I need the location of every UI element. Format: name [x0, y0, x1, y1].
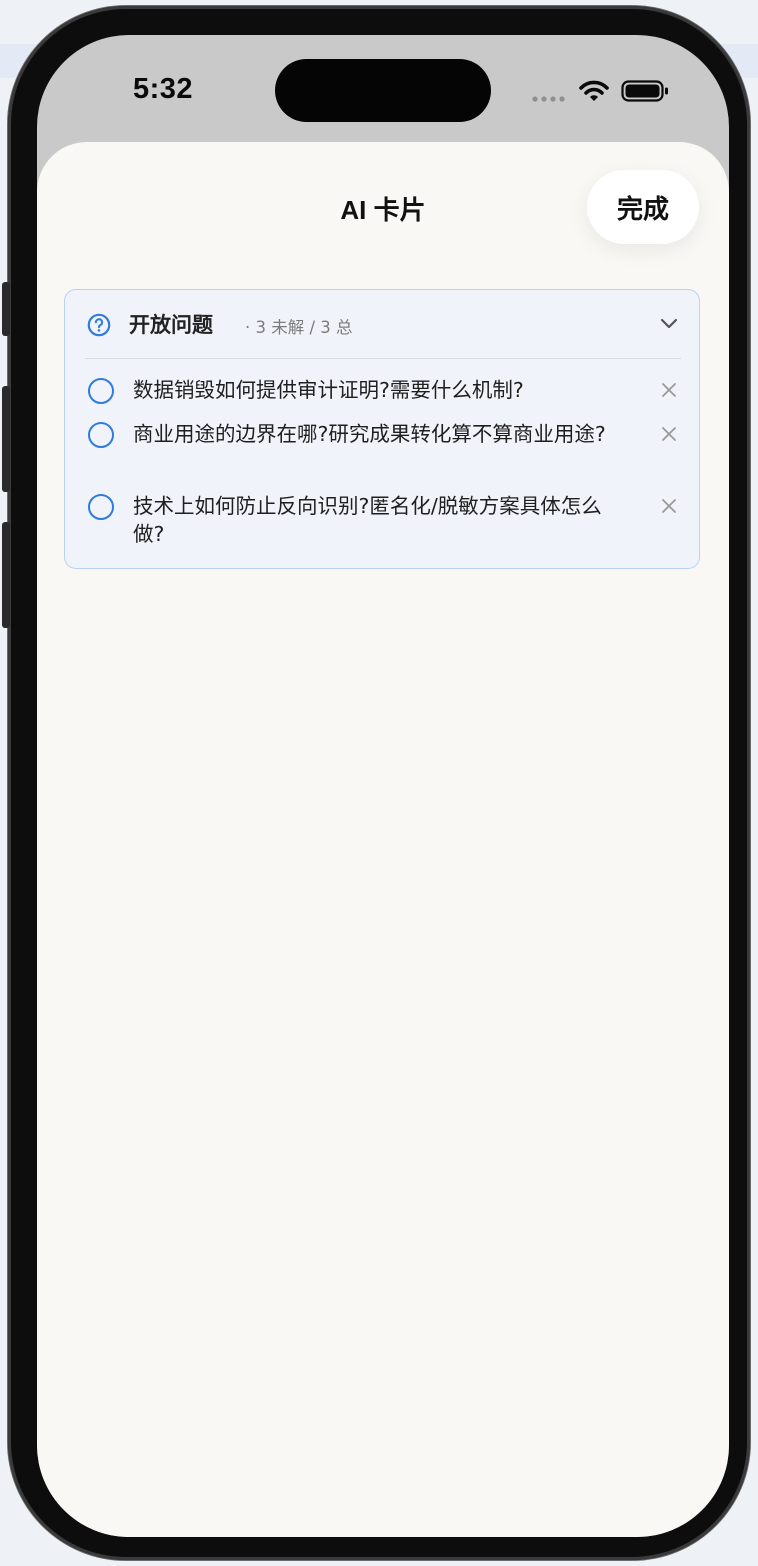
volume-up-button — [2, 386, 10, 492]
volume-down-button — [2, 522, 10, 628]
chevron-down-icon[interactable] — [659, 316, 679, 330]
question-checkbox[interactable] — [88, 422, 114, 448]
wifi-icon — [579, 80, 609, 101]
open-questions-card: 开放问题 · 3 未解 / 3 总 数据销毁如何提供审计证明?需要什么机制? 商… — [64, 289, 700, 569]
question-text: 技术上如何防止反向识别?匿名化/脱敏方案具体怎么做? — [133, 494, 602, 546]
close-icon[interactable] — [661, 498, 677, 514]
card-meta-count: · 3 未解 / 3 总 — [245, 318, 353, 337]
card-divider — [85, 358, 681, 359]
question-text: 数据销毁如何提供审计证明?需要什么机制? — [133, 378, 524, 402]
question-checkbox[interactable] — [88, 494, 114, 520]
battery-icon — [621, 80, 668, 102]
card-title: 开放问题 — [129, 313, 213, 337]
question-text: 商业用途的边界在哪?研究成果转化算不算商业用途? — [133, 422, 606, 446]
cellular-signal-icon — [532, 96, 565, 102]
action-button — [2, 282, 10, 336]
phone-screen: 5:32 AI 卡片 完成 开放问题 · 3 未解 / 3 总 数据销毁如何提供… — [37, 35, 729, 1537]
open-questions-header[interactable]: 开放问题 · 3 未解 / 3 总 — [65, 290, 698, 358]
close-icon[interactable] — [661, 382, 677, 398]
close-icon[interactable] — [661, 426, 677, 442]
question-checkbox[interactable] — [88, 378, 114, 404]
ai-card-sheet: AI 卡片 完成 开放问题 · 3 未解 / 3 总 数据销毁如何提供审计证明?… — [37, 142, 729, 1537]
question-circle-icon — [87, 313, 111, 337]
status-bar: 5:32 — [37, 35, 729, 143]
status-time: 5:32 — [133, 73, 194, 105]
done-button[interactable]: 完成 — [587, 170, 699, 244]
dynamic-island — [275, 59, 491, 122]
